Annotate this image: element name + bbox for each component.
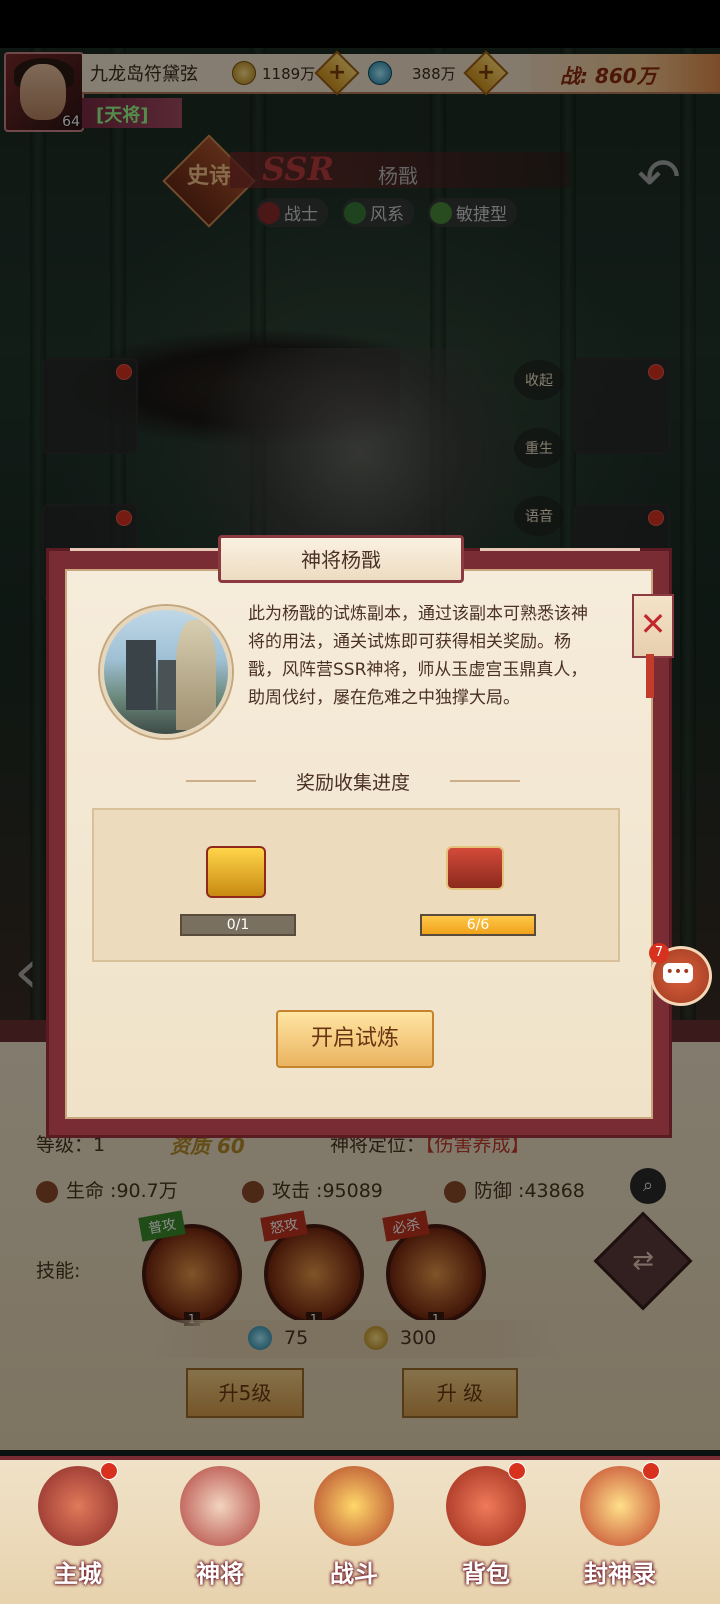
nav-bag[interactable]: 背包 <box>428 1458 544 1598</box>
close-tassel <box>646 654 654 698</box>
gold-treasure-chest-icon[interactable] <box>206 846 266 898</box>
trial-dungeon-image <box>100 606 232 738</box>
reward-progress-bar-2: 6/6 <box>420 914 536 936</box>
hero-icon <box>180 1466 260 1546</box>
title-ornament-right <box>480 548 640 551</box>
status-bar <box>0 0 720 48</box>
progress-text: 6/6 <box>466 917 490 933</box>
trial-description: 此为杨戬的试炼副本，通过该副本可熟悉该神将的用法，通关试炼即可获得相关奖励。杨戬… <box>248 604 588 708</box>
nav-label: 神将 <box>196 1560 244 1588</box>
nav-battle[interactable]: 战斗 <box>296 1458 412 1598</box>
notification-dot <box>508 1462 526 1480</box>
battle-icon <box>314 1466 394 1546</box>
notification-dot <box>642 1462 660 1480</box>
reward-progress-bar-1: 0/1 <box>180 914 296 936</box>
chat-bubble-icon: ••• <box>663 963 693 983</box>
reward-progress-title: 奖励收集进度 <box>295 772 410 794</box>
title-ornament-left <box>70 548 230 551</box>
progress-text: 0/1 <box>226 917 250 933</box>
nav-label: 主城 <box>54 1560 102 1588</box>
start-trial-button[interactable]: 开启试炼 <box>276 1010 434 1068</box>
dialog-title: 神将杨戬 <box>301 548 381 572</box>
dialog-title-bar: 神将杨戬 <box>218 535 464 583</box>
nav-label: 背包 <box>462 1560 510 1588</box>
red-treasure-chest-icon[interactable] <box>446 846 504 890</box>
notification-dot <box>100 1462 118 1480</box>
reward-collection-box <box>92 808 620 962</box>
nav-fengshen-record[interactable]: 封神录 <box>562 1458 678 1598</box>
close-button[interactable]: ✕ <box>632 594 674 658</box>
nav-heroes[interactable]: 神将 <box>162 1458 278 1598</box>
nav-label: 战斗 <box>330 1560 378 1588</box>
nav-city[interactable]: 主城 <box>20 1458 136 1598</box>
chat-button[interactable]: ••• 7 <box>649 943 712 1006</box>
nav-label: 封神录 <box>584 1560 656 1588</box>
chat-unread-badge: 7 <box>649 943 669 963</box>
